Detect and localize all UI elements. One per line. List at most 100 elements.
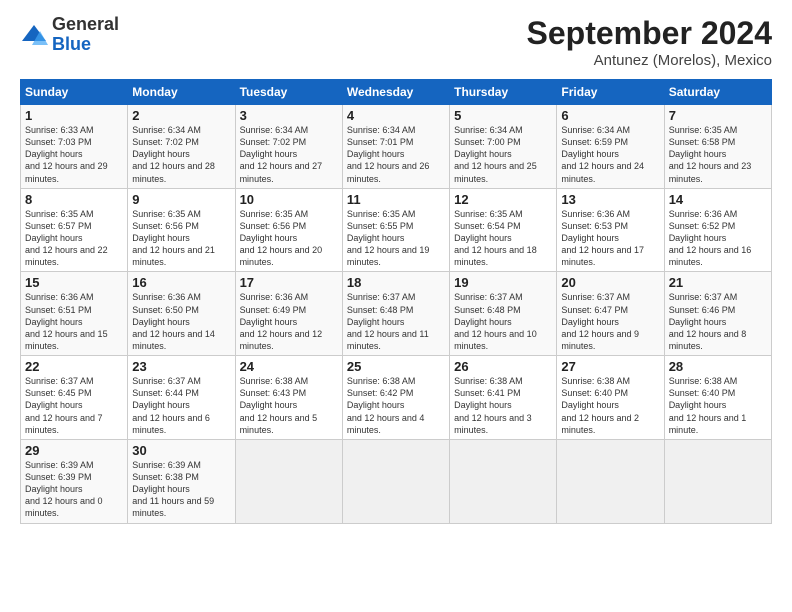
day-number: 25: [347, 359, 445, 374]
day-number: 1: [25, 108, 123, 123]
table-row: 15 Sunrise: 6:36 AM Sunset: 6:51 PM Dayl…: [21, 272, 128, 356]
day-number: 8: [25, 192, 123, 207]
calendar-header: Sunday Monday Tuesday Wednesday Thursday…: [21, 80, 772, 105]
cell-content: Sunrise: 6:39 AM Sunset: 6:39 PM Dayligh…: [25, 459, 123, 520]
table-row: [664, 439, 771, 523]
cell-content: Sunrise: 6:38 AM Sunset: 6:43 PM Dayligh…: [240, 375, 338, 436]
calendar-week-row: 1 Sunrise: 6:33 AM Sunset: 7:03 PM Dayli…: [21, 105, 772, 189]
day-number: 7: [669, 108, 767, 123]
day-number: 2: [132, 108, 230, 123]
table-row: 19 Sunrise: 6:37 AM Sunset: 6:48 PM Dayl…: [450, 272, 557, 356]
cell-content: Sunrise: 6:38 AM Sunset: 6:40 PM Dayligh…: [669, 375, 767, 436]
cell-content: Sunrise: 6:35 AM Sunset: 6:55 PM Dayligh…: [347, 208, 445, 269]
day-number: 10: [240, 192, 338, 207]
page: General Blue September 2024 Antunez (Mor…: [0, 0, 792, 612]
table-row: 25 Sunrise: 6:38 AM Sunset: 6:42 PM Dayl…: [342, 356, 449, 440]
logo-text: General Blue: [52, 15, 119, 55]
cell-content: Sunrise: 6:35 AM Sunset: 6:54 PM Dayligh…: [454, 208, 552, 269]
cell-content: Sunrise: 6:38 AM Sunset: 6:42 PM Dayligh…: [347, 375, 445, 436]
cell-content: Sunrise: 6:36 AM Sunset: 6:53 PM Dayligh…: [561, 208, 659, 269]
cell-content: Sunrise: 6:34 AM Sunset: 7:02 PM Dayligh…: [132, 124, 230, 185]
cell-content: Sunrise: 6:36 AM Sunset: 6:52 PM Dayligh…: [669, 208, 767, 269]
table-row: 28 Sunrise: 6:38 AM Sunset: 6:40 PM Dayl…: [664, 356, 771, 440]
cell-content: Sunrise: 6:33 AM Sunset: 7:03 PM Dayligh…: [25, 124, 123, 185]
day-number: 20: [561, 275, 659, 290]
cell-content: Sunrise: 6:34 AM Sunset: 6:59 PM Dayligh…: [561, 124, 659, 185]
table-row: 5 Sunrise: 6:34 AM Sunset: 7:00 PM Dayli…: [450, 105, 557, 189]
table-row: 11 Sunrise: 6:35 AM Sunset: 6:55 PM Dayl…: [342, 188, 449, 272]
logo-blue: Blue: [52, 34, 91, 54]
table-row: 10 Sunrise: 6:35 AM Sunset: 6:56 PM Dayl…: [235, 188, 342, 272]
table-row: [235, 439, 342, 523]
table-row: 23 Sunrise: 6:37 AM Sunset: 6:44 PM Dayl…: [128, 356, 235, 440]
table-row: 30 Sunrise: 6:39 AM Sunset: 6:38 PM Dayl…: [128, 439, 235, 523]
month-title: September 2024: [527, 15, 772, 52]
th-sunday: Sunday: [21, 80, 128, 105]
th-saturday: Saturday: [664, 80, 771, 105]
table-row: 8 Sunrise: 6:35 AM Sunset: 6:57 PM Dayli…: [21, 188, 128, 272]
table-row: 24 Sunrise: 6:38 AM Sunset: 6:43 PM Dayl…: [235, 356, 342, 440]
table-row: 2 Sunrise: 6:34 AM Sunset: 7:02 PM Dayli…: [128, 105, 235, 189]
table-row: 18 Sunrise: 6:37 AM Sunset: 6:48 PM Dayl…: [342, 272, 449, 356]
calendar-body: 1 Sunrise: 6:33 AM Sunset: 7:03 PM Dayli…: [21, 105, 772, 524]
table-row: 13 Sunrise: 6:36 AM Sunset: 6:53 PM Dayl…: [557, 188, 664, 272]
logo-icon: [20, 21, 48, 49]
day-number: 3: [240, 108, 338, 123]
table-row: 26 Sunrise: 6:38 AM Sunset: 6:41 PM Dayl…: [450, 356, 557, 440]
day-number: 17: [240, 275, 338, 290]
table-row: 29 Sunrise: 6:39 AM Sunset: 6:39 PM Dayl…: [21, 439, 128, 523]
day-number: 14: [669, 192, 767, 207]
calendar-week-row: 29 Sunrise: 6:39 AM Sunset: 6:39 PM Dayl…: [21, 439, 772, 523]
table-row: [342, 439, 449, 523]
th-friday: Friday: [557, 80, 664, 105]
day-number: 27: [561, 359, 659, 374]
cell-content: Sunrise: 6:35 AM Sunset: 6:57 PM Dayligh…: [25, 208, 123, 269]
day-number: 30: [132, 443, 230, 458]
table-row: 6 Sunrise: 6:34 AM Sunset: 6:59 PM Dayli…: [557, 105, 664, 189]
table-row: 14 Sunrise: 6:36 AM Sunset: 6:52 PM Dayl…: [664, 188, 771, 272]
day-number: 22: [25, 359, 123, 374]
day-number: 16: [132, 275, 230, 290]
day-number: 13: [561, 192, 659, 207]
day-number: 12: [454, 192, 552, 207]
th-monday: Monday: [128, 80, 235, 105]
cell-content: Sunrise: 6:35 AM Sunset: 6:58 PM Dayligh…: [669, 124, 767, 185]
calendar-week-row: 15 Sunrise: 6:36 AM Sunset: 6:51 PM Dayl…: [21, 272, 772, 356]
cell-content: Sunrise: 6:36 AM Sunset: 6:49 PM Dayligh…: [240, 291, 338, 352]
table-row: 16 Sunrise: 6:36 AM Sunset: 6:50 PM Dayl…: [128, 272, 235, 356]
th-thursday: Thursday: [450, 80, 557, 105]
cell-content: Sunrise: 6:37 AM Sunset: 6:44 PM Dayligh…: [132, 375, 230, 436]
calendar-table: Sunday Monday Tuesday Wednesday Thursday…: [20, 79, 772, 524]
day-number: 4: [347, 108, 445, 123]
table-row: 21 Sunrise: 6:37 AM Sunset: 6:46 PM Dayl…: [664, 272, 771, 356]
cell-content: Sunrise: 6:38 AM Sunset: 6:41 PM Dayligh…: [454, 375, 552, 436]
table-row: 22 Sunrise: 6:37 AM Sunset: 6:45 PM Dayl…: [21, 356, 128, 440]
day-number: 29: [25, 443, 123, 458]
cell-content: Sunrise: 6:35 AM Sunset: 6:56 PM Dayligh…: [240, 208, 338, 269]
cell-content: Sunrise: 6:34 AM Sunset: 7:00 PM Dayligh…: [454, 124, 552, 185]
cell-content: Sunrise: 6:37 AM Sunset: 6:45 PM Dayligh…: [25, 375, 123, 436]
day-number: 5: [454, 108, 552, 123]
day-number: 15: [25, 275, 123, 290]
logo: General Blue: [20, 15, 119, 55]
cell-content: Sunrise: 6:37 AM Sunset: 6:47 PM Dayligh…: [561, 291, 659, 352]
header-area: General Blue September 2024 Antunez (Mor…: [20, 15, 772, 69]
cell-content: Sunrise: 6:37 AM Sunset: 6:48 PM Dayligh…: [454, 291, 552, 352]
day-number: 6: [561, 108, 659, 123]
table-row: 17 Sunrise: 6:36 AM Sunset: 6:49 PM Dayl…: [235, 272, 342, 356]
location-title: Antunez (Morelos), Mexico: [527, 52, 772, 69]
day-number: 24: [240, 359, 338, 374]
cell-content: Sunrise: 6:35 AM Sunset: 6:56 PM Dayligh…: [132, 208, 230, 269]
table-row: 4 Sunrise: 6:34 AM Sunset: 7:01 PM Dayli…: [342, 105, 449, 189]
table-row: 20 Sunrise: 6:37 AM Sunset: 6:47 PM Dayl…: [557, 272, 664, 356]
day-number: 18: [347, 275, 445, 290]
calendar-week-row: 8 Sunrise: 6:35 AM Sunset: 6:57 PM Dayli…: [21, 188, 772, 272]
day-number: 23: [132, 359, 230, 374]
day-number: 26: [454, 359, 552, 374]
table-row: 3 Sunrise: 6:34 AM Sunset: 7:02 PM Dayli…: [235, 105, 342, 189]
header-row: Sunday Monday Tuesday Wednesday Thursday…: [21, 80, 772, 105]
logo-general: General: [52, 14, 119, 34]
cell-content: Sunrise: 6:38 AM Sunset: 6:40 PM Dayligh…: [561, 375, 659, 436]
day-number: 21: [669, 275, 767, 290]
table-row: 27 Sunrise: 6:38 AM Sunset: 6:40 PM Dayl…: [557, 356, 664, 440]
